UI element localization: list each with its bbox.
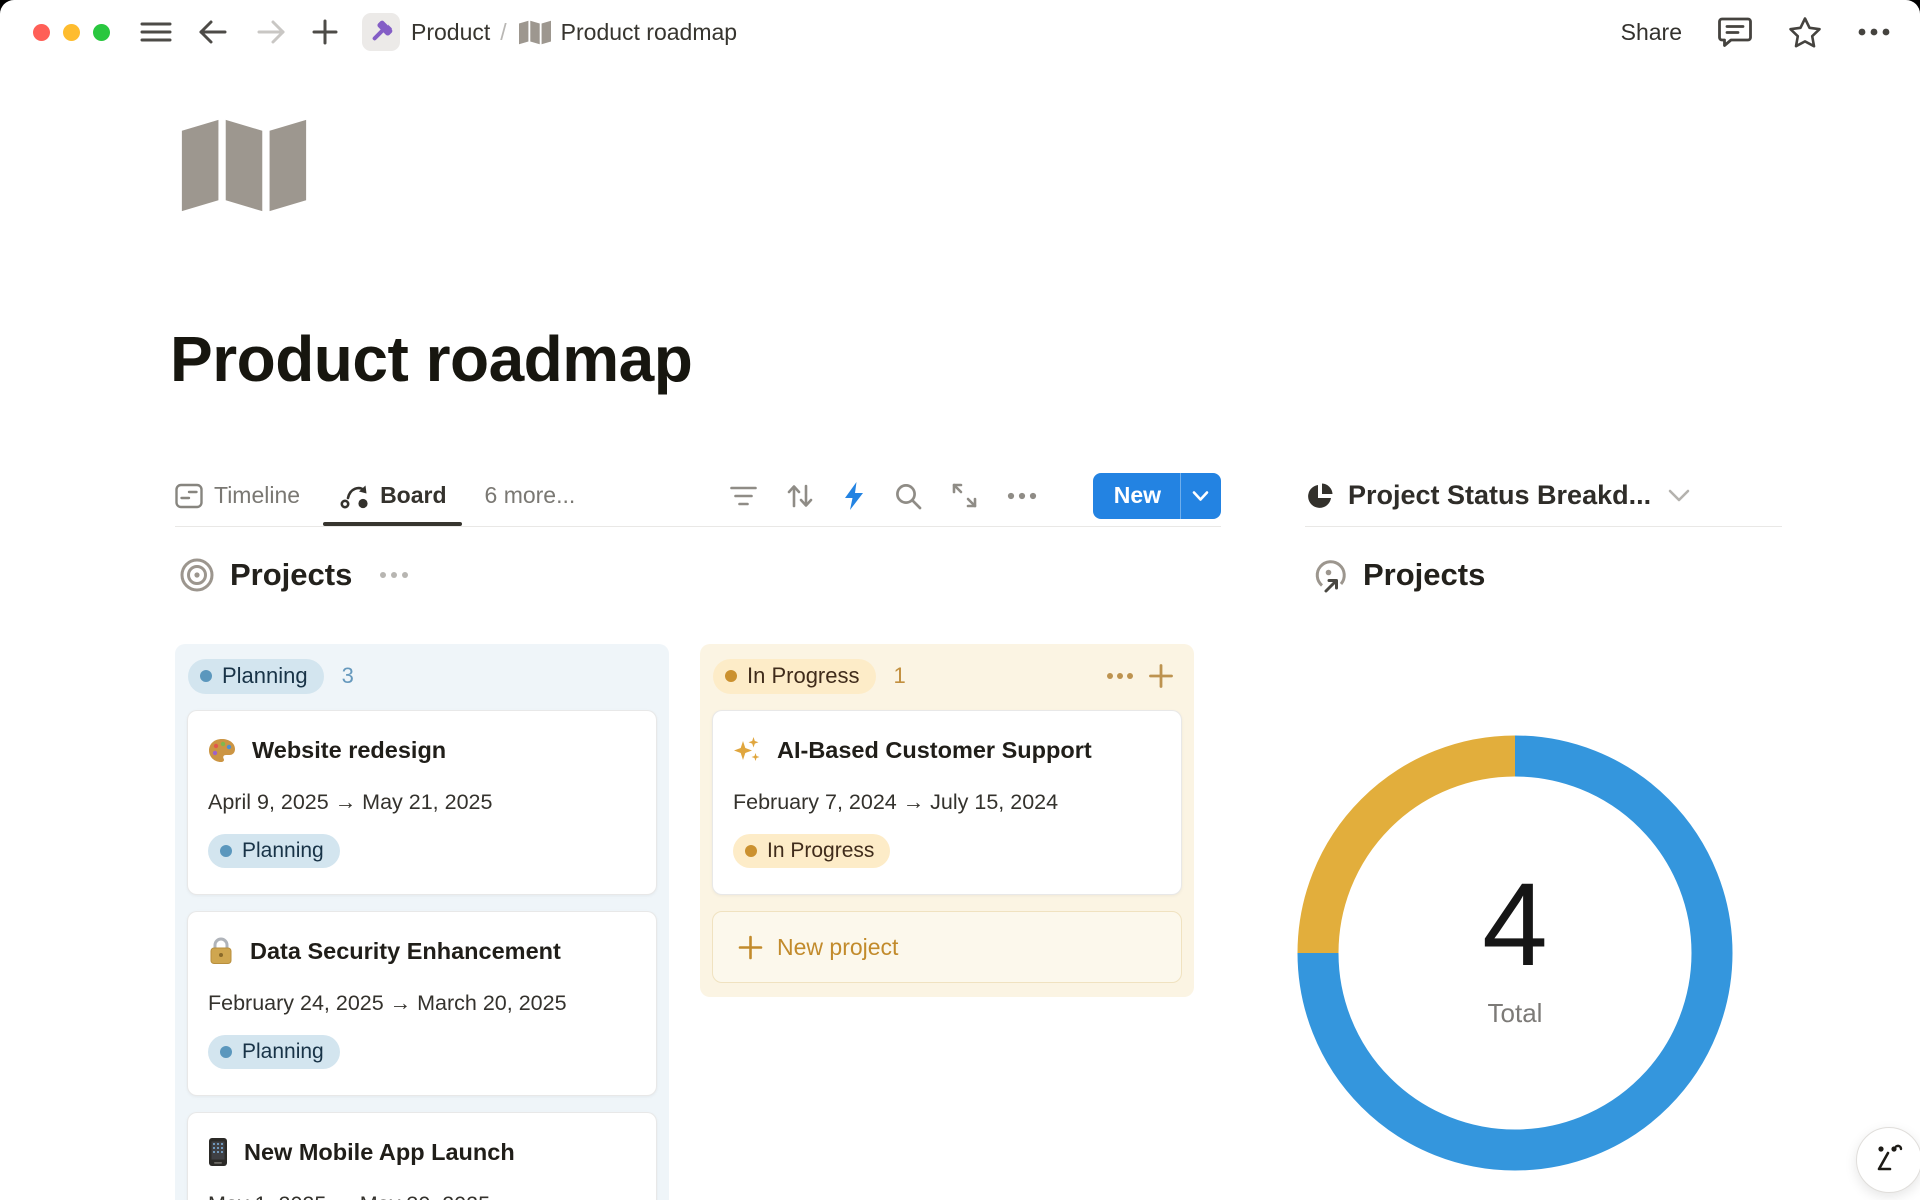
card-title: New Mobile App Launch xyxy=(244,1137,515,1167)
new-button-label: New xyxy=(1093,482,1180,509)
status-pill-in-progress[interactable]: In Progress xyxy=(713,659,876,694)
palette-icon xyxy=(208,738,236,763)
column-count: 1 xyxy=(894,663,906,689)
tab-timeline-label: Timeline xyxy=(214,482,300,509)
page-icon-map[interactable] xyxy=(181,118,307,213)
status-pill-label: In Progress xyxy=(747,663,860,689)
project-card-mobile-app[interactable]: New Mobile App Launch May 1, 2025 → May … xyxy=(187,1112,657,1200)
comments-icon[interactable] xyxy=(1718,16,1752,48)
card-dates: February 7, 2024 → July 15, 2024 xyxy=(733,789,1161,815)
card-status-label: In Progress xyxy=(767,839,874,863)
card-dates: May 1, 2025 → May 30, 2025 xyxy=(208,1191,636,1200)
section-more-icon[interactable] xyxy=(380,572,408,578)
teamspace-chip[interactable] xyxy=(362,13,400,51)
project-card-website-redesign[interactable]: Website redesign April 9, 2025 → May 21,… xyxy=(187,710,657,895)
column-header: In Progress 1 xyxy=(713,658,1180,694)
breadcrumb-teamspace[interactable]: Product xyxy=(411,19,490,46)
new-project-button[interactable]: New project xyxy=(712,911,1182,983)
card-status-pill[interactable]: Planning xyxy=(208,834,340,868)
status-dot xyxy=(200,670,212,682)
linked-view-title[interactable]: Project Status Breakd... xyxy=(1348,480,1651,511)
project-card-ai-support[interactable]: AI-Based Customer Support February 7, 20… xyxy=(712,710,1182,895)
column-add-icon[interactable] xyxy=(1148,663,1174,689)
pie-chart-icon xyxy=(1305,481,1335,511)
status-pill-label: Planning xyxy=(222,663,308,689)
board-view: Planning 3 Website redesign April 9, 202… xyxy=(175,644,1194,1200)
card-status-label: Planning xyxy=(242,839,324,863)
sidebar-menu-icon[interactable] xyxy=(140,20,172,44)
projects-section-header: Projects xyxy=(179,556,408,594)
target-icon xyxy=(179,557,215,593)
more-options-icon[interactable] xyxy=(1858,28,1890,36)
card-title: Data Security Enhancement xyxy=(250,936,561,966)
board-column-planning: Planning 3 Website redesign April 9, 202… xyxy=(175,644,669,1200)
notion-ai-button[interactable] xyxy=(1856,1127,1920,1193)
new-button[interactable]: New xyxy=(1093,473,1221,519)
more-views-button[interactable]: 6 more... xyxy=(485,482,576,509)
lock-icon xyxy=(208,937,234,965)
view-tabs-row: Timeline Board 6 more... xyxy=(175,465,1221,527)
status-breakdown-donut-chart[interactable]: 4 Total xyxy=(1295,733,1735,1173)
status-pill-planning[interactable]: Planning xyxy=(188,659,324,694)
sparkles-icon xyxy=(733,736,761,764)
view-toolbar: New xyxy=(730,473,1221,519)
status-dot xyxy=(220,845,232,857)
card-status-pill[interactable]: In Progress xyxy=(733,834,890,868)
favorite-star-icon[interactable] xyxy=(1788,16,1822,49)
mobile-phone-icon xyxy=(208,1137,228,1167)
projects-section-title[interactable]: Projects xyxy=(230,557,352,593)
linked-projects-title[interactable]: Projects xyxy=(1363,557,1485,593)
page-title[interactable]: Product roadmap xyxy=(170,322,692,396)
board-column-in-progress: In Progress 1 AI-Based Customer Sup xyxy=(700,644,1194,997)
card-status-label: Planning xyxy=(242,1040,324,1064)
project-card-data-security[interactable]: Data Security Enhancement February 24, 2… xyxy=(187,911,657,1096)
column-count: 3 xyxy=(342,663,354,689)
expand-icon[interactable] xyxy=(951,482,978,509)
automations-lightning-icon[interactable] xyxy=(843,481,865,511)
card-title: Website redesign xyxy=(252,735,446,765)
card-dates: February 24, 2025 → March 20, 2025 xyxy=(208,990,636,1016)
new-button-chevron-icon[interactable] xyxy=(1181,490,1221,502)
search-icon[interactable] xyxy=(894,482,922,510)
card-status-pill[interactable]: Planning xyxy=(208,1035,340,1069)
hammer-icon xyxy=(368,19,394,45)
tab-board[interactable]: Board xyxy=(340,465,446,526)
tab-timeline[interactable]: Timeline xyxy=(175,465,300,526)
status-dot xyxy=(220,1046,232,1058)
linked-view-header: Project Status Breakd... xyxy=(1305,465,1782,527)
back-icon[interactable] xyxy=(198,19,228,45)
plus-icon xyxy=(738,935,763,960)
view-more-icon[interactable] xyxy=(1007,492,1037,500)
column-more-icon[interactable] xyxy=(1106,672,1134,680)
window-topbar: Product / Product roadmap Share xyxy=(0,0,1920,64)
breadcrumb-separator: / xyxy=(500,19,506,46)
ai-face-icon xyxy=(1871,1142,1907,1178)
linked-projects-header: Projects xyxy=(1312,556,1485,594)
zoom-window-button[interactable] xyxy=(93,24,110,41)
card-title: AI-Based Customer Support xyxy=(777,735,1092,765)
status-dot xyxy=(725,670,737,682)
breadcrumb-page[interactable]: Product roadmap xyxy=(561,19,737,46)
map-icon xyxy=(519,20,551,45)
filter-icon[interactable] xyxy=(730,485,757,507)
card-dates: April 9, 2025 → May 21, 2025 xyxy=(208,789,636,815)
timeline-view-icon xyxy=(175,483,203,509)
column-header: Planning 3 xyxy=(188,658,655,694)
notion-window: Product / Product roadmap Share Product … xyxy=(0,0,1920,1200)
chevron-down-icon[interactable] xyxy=(1668,489,1690,502)
close-window-button[interactable] xyxy=(33,24,50,41)
linked-target-arrow-icon xyxy=(1312,556,1350,594)
forward-icon[interactable] xyxy=(256,19,286,45)
status-dot xyxy=(745,845,757,857)
minimize-window-button[interactable] xyxy=(63,24,80,41)
new-project-label: New project xyxy=(777,934,898,961)
traffic-lights xyxy=(33,24,110,41)
board-view-icon xyxy=(340,482,369,510)
new-tab-icon[interactable] xyxy=(312,19,338,45)
donut-segment-in-progress xyxy=(1318,756,1515,953)
sort-icon[interactable] xyxy=(786,483,814,509)
tab-board-label: Board xyxy=(380,482,446,509)
share-button[interactable]: Share xyxy=(1621,19,1682,46)
